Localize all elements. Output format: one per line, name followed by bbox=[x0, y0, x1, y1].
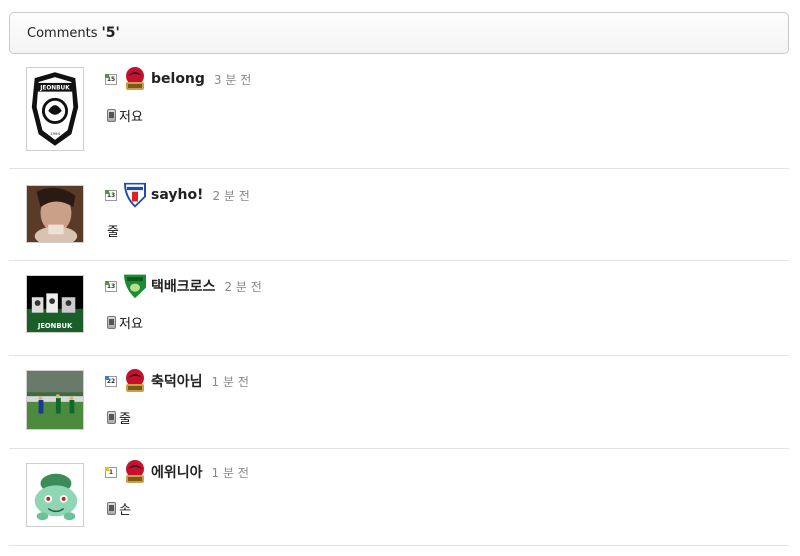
comment-time: 1 분 전 bbox=[211, 465, 249, 480]
mobile-icon bbox=[107, 316, 116, 329]
level-badge: 1 bbox=[105, 466, 117, 478]
svg-text:JEONBUK: JEONBUK bbox=[37, 322, 73, 330]
red-crest-emblem-icon bbox=[122, 66, 148, 92]
red-crest-emblem-icon bbox=[122, 459, 148, 485]
jeonbuk-green-emblem-icon bbox=[122, 273, 148, 299]
comment-author[interactable]: 축덕아님 bbox=[151, 371, 203, 391]
comment-list: JEONBUK 1994 15 belong 3 분 전 저요 13 sayho… bbox=[9, 54, 789, 546]
level-badge: 22 bbox=[105, 375, 117, 387]
avatar[interactable]: JEONBUK 1994 bbox=[26, 67, 84, 151]
comment-text: 줄 bbox=[119, 412, 131, 427]
avatar[interactable]: JEONBUK bbox=[26, 275, 84, 333]
comment-author[interactable]: 에위니아 bbox=[151, 462, 203, 482]
comment-item: JEONBUK 13 택배크로스 2 분 전 저요 bbox=[9, 261, 789, 356]
level-badge: 13 bbox=[105, 189, 117, 201]
level-badge: 15 bbox=[105, 73, 117, 85]
avatar[interactable] bbox=[26, 463, 84, 527]
comment-item: 22 축덕아님 1 분 전 줄 bbox=[9, 356, 789, 449]
comment-time: 1 분 전 bbox=[211, 374, 249, 389]
comments-count: '5' bbox=[101, 25, 120, 41]
comment-text: 저요 bbox=[119, 110, 143, 125]
comment-item: JEONBUK 1994 15 belong 3 분 전 저요 bbox=[9, 54, 789, 169]
comment-author[interactable]: 택배크로스 bbox=[151, 276, 215, 296]
comment-text: 줄 bbox=[107, 225, 119, 240]
avatar[interactable] bbox=[26, 185, 84, 243]
comments-label: Comments bbox=[27, 25, 98, 41]
comment-text: 손 bbox=[119, 503, 131, 518]
level-badge: 13 bbox=[105, 280, 117, 292]
comment-time: 2 분 전 bbox=[224, 279, 262, 294]
red-crest-emblem-icon bbox=[122, 368, 148, 394]
mobile-icon bbox=[107, 502, 116, 515]
svg-text:JEONBUK: JEONBUK bbox=[39, 86, 70, 92]
suwon-shield-emblem-icon bbox=[122, 182, 148, 208]
comment-item: 1 에위니아 1 분 전 손 bbox=[9, 449, 789, 546]
mobile-icon bbox=[107, 109, 116, 122]
mobile-icon bbox=[107, 411, 116, 424]
svg-text:1994: 1994 bbox=[50, 131, 60, 136]
comment-author[interactable]: belong bbox=[151, 71, 205, 87]
avatar[interactable] bbox=[26, 370, 84, 430]
comments-header: Comments '5' bbox=[9, 12, 789, 54]
comment-time: 3 분 전 bbox=[213, 72, 252, 87]
comment-item: 13 sayho! 2 분 전 줄 bbox=[9, 169, 789, 261]
comment-time: 2 분 전 bbox=[212, 188, 250, 203]
comment-author[interactable]: sayho! bbox=[151, 187, 203, 203]
comment-text: 저요 bbox=[119, 317, 143, 332]
